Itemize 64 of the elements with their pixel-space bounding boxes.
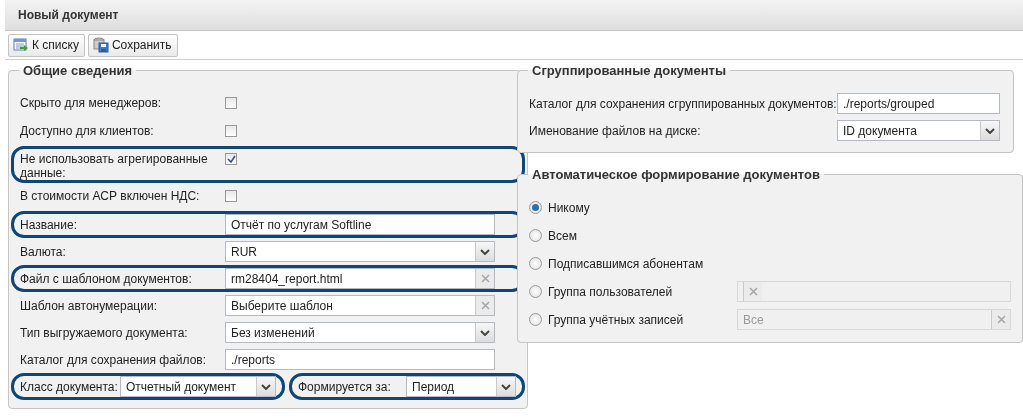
field-label: Доступно для клиентов: — [20, 123, 155, 138]
option-label: Группа пользователей — [548, 284, 674, 299]
field-label: Класс документа: — [20, 379, 116, 394]
panel-legend: Общие сведения — [19, 63, 137, 78]
option-label: Подписавшимся абонентам — [548, 256, 705, 271]
text-field[interactable]: ./reports — [225, 349, 495, 370]
dropdown-field[interactable]: Период — [406, 376, 516, 397]
radio-button[interactable] — [529, 257, 542, 270]
field-label: Каталог для сохранения сгруппированных документов: — [529, 96, 837, 111]
close-icon[interactable] — [475, 269, 494, 288]
radio-button[interactable] — [529, 201, 542, 214]
field-value: ./reports — [231, 352, 276, 367]
close-icon[interactable] — [475, 296, 494, 315]
text-field[interactable]: ./reports/grouped — [837, 93, 1000, 114]
checkbox[interactable] — [225, 125, 237, 137]
checkbox[interactable] — [225, 153, 237, 165]
radio-button[interactable] — [529, 285, 542, 298]
checkbox[interactable] — [225, 97, 237, 109]
dropdown-field[interactable]: RUR — [225, 241, 495, 262]
field-value: Период — [412, 379, 456, 394]
field-value: ID документа — [843, 123, 918, 138]
field-value: Отчёт по услугам Softline — [231, 217, 373, 232]
field-label: Именование файлов на диске: — [529, 123, 702, 138]
field-label: Файл с шаблоном документов: — [20, 271, 193, 286]
field-label: Скрыто для менеджеров: — [20, 95, 163, 110]
field-label: Каталог для сохранения файлов: — [20, 352, 208, 367]
field-label: Название: — [20, 217, 78, 232]
field-value: Без изменений — [231, 325, 316, 340]
field-label: В стоимости АСР включен НДС: — [20, 188, 201, 203]
field-value: rm28404_report.html — [231, 271, 344, 286]
dropdown-field[interactable]: ID документа — [837, 120, 1000, 141]
field-label: Формируется за: — [298, 379, 392, 394]
window-title: Новый документ — [18, 8, 119, 22]
toolbar-button[interactable]: Сохранить — [87, 33, 178, 57]
option-label: Группа учётных записей — [548, 312, 685, 327]
dropdown-field[interactable]: Отчетный документ — [120, 376, 276, 397]
save-icon — [92, 37, 109, 53]
field-value: RUR — [231, 244, 258, 259]
toolbar-button[interactable]: К списку — [8, 33, 85, 57]
select-field[interactable]: Выберите шаблон — [225, 295, 495, 316]
option-label: Всем — [548, 228, 578, 243]
chevron-down-icon[interactable] — [475, 242, 494, 261]
panel-legend: Автоматическое формирование документов — [528, 167, 824, 182]
field-value: Все — [743, 312, 765, 327]
field-label: Не использовать агрегированные данные: — [20, 151, 209, 180]
field-label: Валюта: — [20, 244, 67, 259]
chevron-down-icon[interactable] — [496, 377, 515, 396]
field-value: Выберите шаблон — [231, 298, 334, 313]
text-field[interactable]: Отчёт по услугам Softline — [225, 214, 495, 235]
field-label: Тип выгружаемого документа: — [20, 325, 189, 340]
checkbox[interactable] — [225, 190, 237, 202]
dropdown-field[interactable]: Без изменений — [225, 322, 495, 343]
chevron-down-icon[interactable] — [980, 121, 999, 140]
field-label: Шаблон автонумерации: — [20, 298, 158, 313]
option-label: Никому — [548, 200, 591, 215]
select-field[interactable]: rm28404_report.html — [225, 268, 495, 289]
panel-legend: Сгруппированные документы — [528, 63, 730, 78]
chevron-down-icon[interactable] — [256, 377, 275, 396]
field-value: Отчетный документ — [126, 379, 238, 394]
radio-button[interactable] — [529, 229, 542, 242]
field-value: ./reports/grouped — [843, 96, 936, 111]
list-icon — [13, 37, 29, 53]
chevron-down-icon[interactable] — [475, 323, 494, 342]
radio-button[interactable] — [529, 313, 542, 326]
